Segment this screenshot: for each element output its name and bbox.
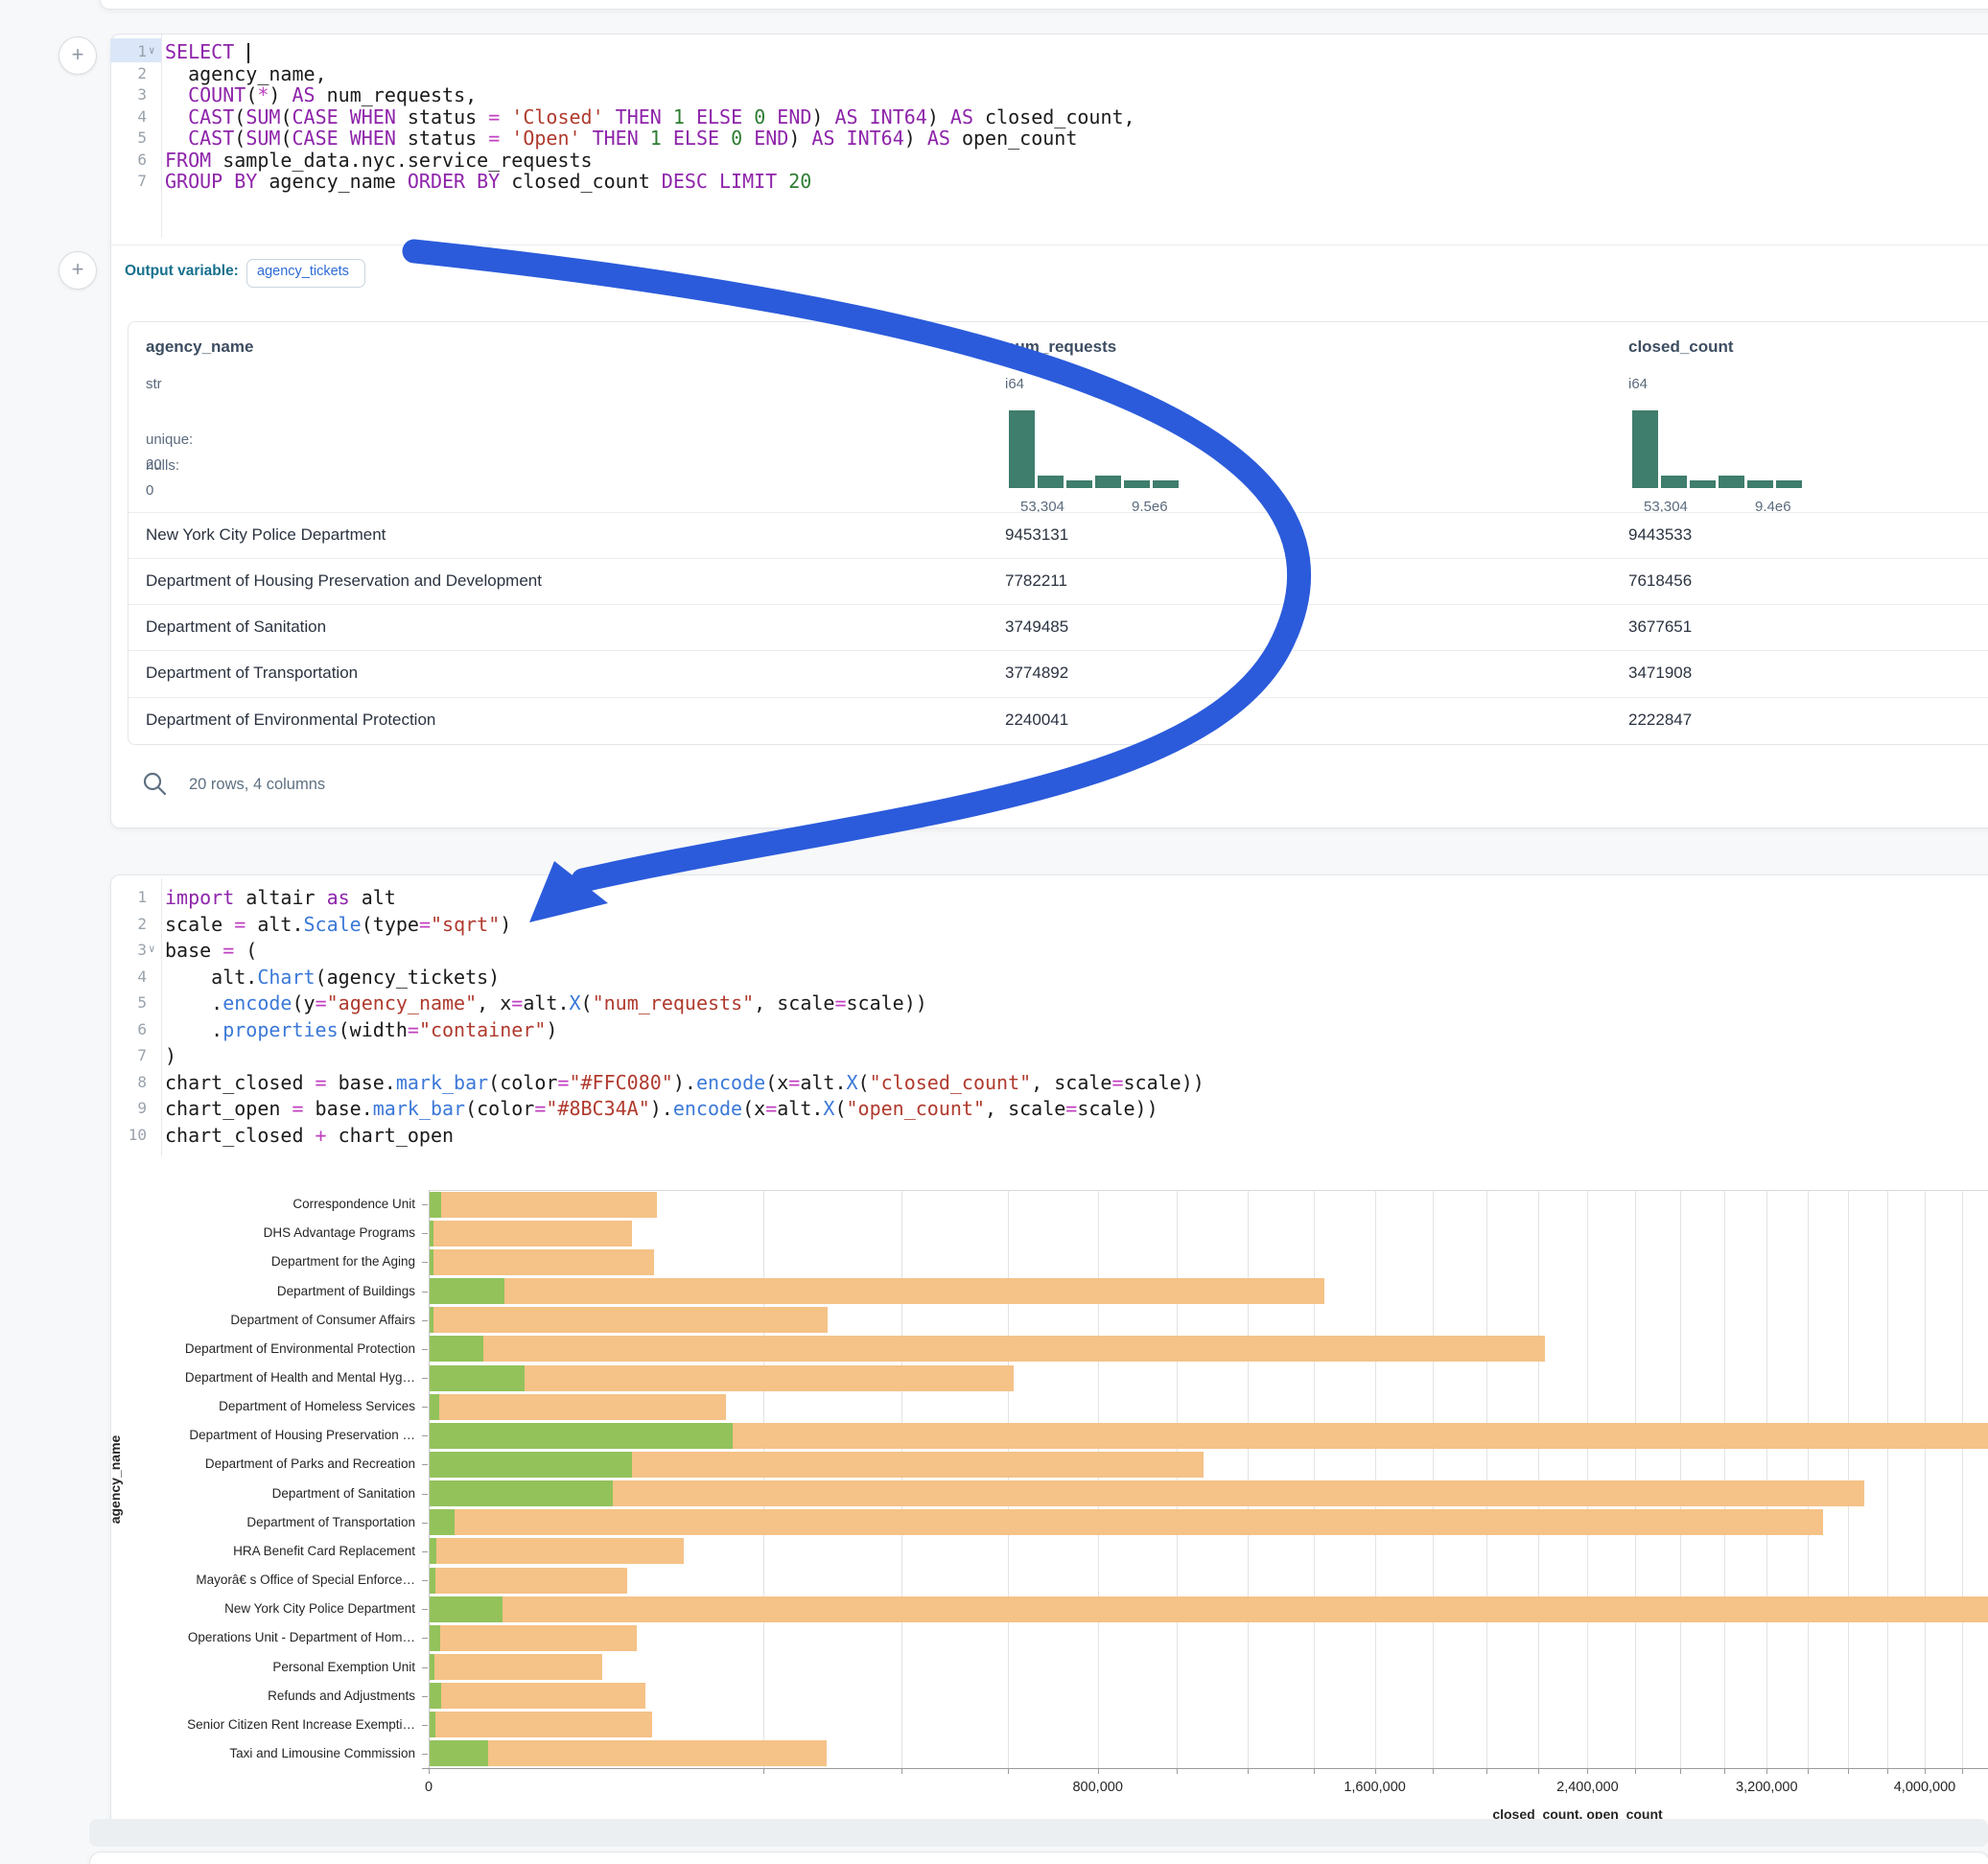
arrow-curve (414, 251, 1299, 880)
notebook-page: + + 1∨SELECT 2 agency_name,3 COUNT(*) AS… (0, 0, 1988, 1864)
annotation-arrow (0, 0, 1988, 1864)
